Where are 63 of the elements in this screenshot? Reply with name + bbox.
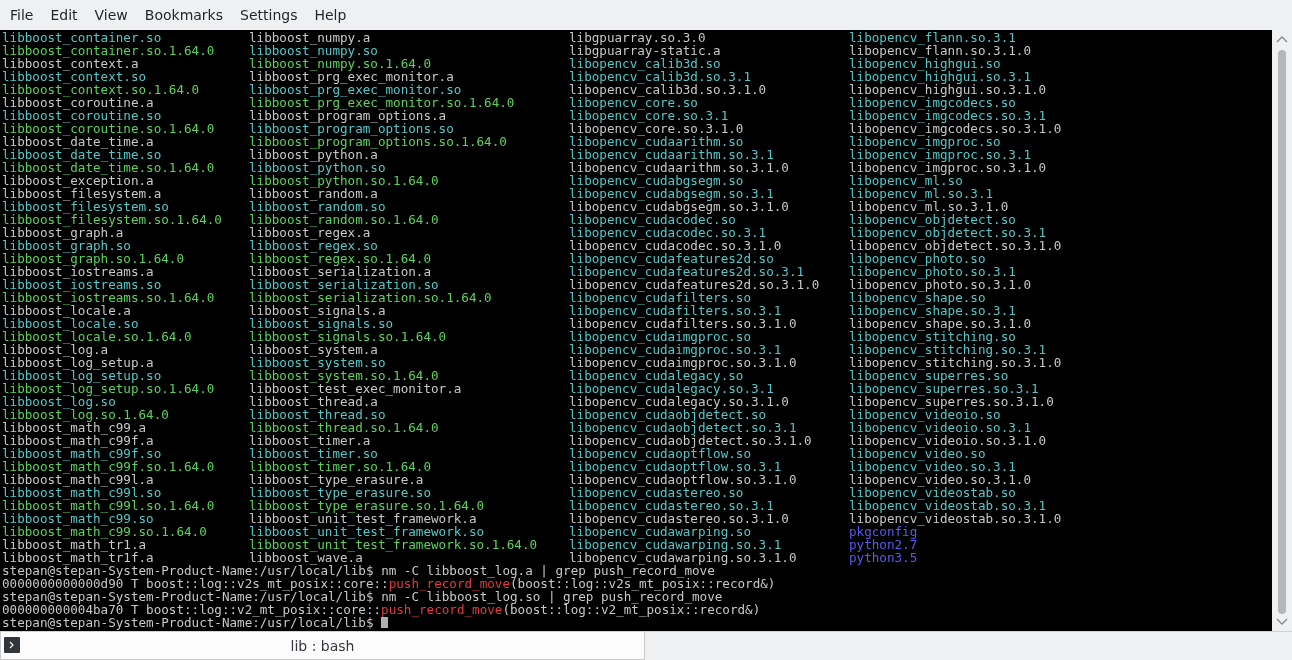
file-name: libboost_math_c99l.so.1.64.0 (2, 498, 215, 512)
file-name: libboost_context.a (2, 56, 139, 70)
file-name: libboost_regex.a (249, 225, 371, 239)
file-name: libboost_context.so.1.64.0 (2, 82, 200, 96)
file-name: libboost_unit_test_framework.so (249, 524, 485, 538)
scroll-down-icon[interactable] (1276, 618, 1288, 627)
file-name: libboost_iostreams.so (2, 277, 162, 291)
file-name: libboost_wave.a (249, 550, 363, 564)
file-name: libboost_container.so.1.64.0 (2, 43, 215, 57)
menu-item[interactable]: Help (306, 2, 355, 27)
menu-item[interactable]: File (2, 2, 42, 27)
menu-item[interactable]: Bookmarks (136, 2, 231, 27)
file-name: libboost_timer.a (249, 433, 371, 447)
file-name: libboost_locale.a (2, 303, 131, 317)
file-name: libboost_timer.so.1.64.0 (249, 459, 431, 473)
file-name: libboost_serialization.so (249, 277, 439, 291)
file-name: libboost_math_tr1.a (2, 537, 147, 551)
file-name: libboost_math_c99l.so (2, 485, 162, 499)
file-name: python3.5 (849, 550, 918, 564)
file-name: libboost_timer.so (249, 446, 378, 460)
file-name: libboost_math_c99f.so (2, 446, 162, 460)
file-name: libboost_coroutine.a (2, 95, 154, 109)
file-name: libgpuarray.so.3.0 (569, 30, 706, 44)
file-name: libboost_thread.so.1.64.0 (249, 420, 439, 434)
file-name: libopencv_calib3d.so (569, 56, 721, 70)
file-name: libboost_type_erasure.a (249, 472, 424, 486)
file-name: libboost_thread.a (249, 394, 378, 408)
scroll-up-icon[interactable] (1276, 34, 1288, 43)
file-name: libboost_log.a (2, 342, 109, 356)
file-name: libboost_container.so (2, 30, 162, 44)
menu-item[interactable]: Settings (232, 2, 306, 27)
file-name: libgpuarray-static.a (569, 43, 721, 57)
file-name: libboost_math_c99f.a (2, 433, 154, 447)
file-name: libopencv_flann.so.3.1 (849, 30, 1016, 44)
file-name: libboost_signals.a (249, 303, 386, 317)
file-name: libboost_random.so.1.64.0 (249, 212, 439, 226)
file-name: libboost_unit_test_framework.so.1.64.0 (249, 537, 538, 551)
file-name: libboost_date_time.so (2, 147, 162, 161)
shell-prompt: stepan@stepan-System-Product-Name:/usr/local/lib$ (2, 563, 374, 577)
file-name: libboost_serialization.so.1.64.0 (249, 290, 492, 304)
menu-item[interactable]: View (86, 2, 136, 27)
scrollbar-thumb[interactable] (1278, 49, 1286, 615)
terminal-icon (4, 637, 20, 654)
file-name: libboost_iostreams.so.1.64.0 (2, 290, 215, 304)
file-name: libboost_coroutine.so (2, 108, 162, 122)
file-name: libboost_locale.so (2, 316, 139, 330)
file-name: libboost_context.so (2, 69, 147, 83)
file-name: libboost_thread.so (249, 407, 386, 421)
file-name: libboost_coroutine.so.1.64.0 (2, 121, 215, 135)
file-name: libboost_math_c99l.a (2, 472, 154, 486)
session-tab[interactable]: lib : bash (0, 632, 645, 660)
file-name: libboost_exception.a (2, 173, 154, 187)
file-name: libboost_math_tr1f.a (2, 550, 154, 564)
file-name: libboost_date_time.so.1.64.0 (2, 160, 215, 174)
file-name: libboost_random.so (249, 199, 386, 213)
menu-item[interactable]: Edit (42, 2, 86, 27)
file-name: libboost_locale.so.1.64.0 (2, 329, 192, 343)
file-name: libboost_math_c99f.so.1.64.0 (2, 459, 215, 473)
file-name: libboost_math_c99.so (2, 511, 154, 525)
file-name: libboost_date_time.a (2, 134, 154, 148)
file-name: libboost_numpy.a (249, 30, 371, 44)
file-name: python2.7 (849, 537, 918, 551)
file-name: libboost_math_c99.so.1.64.0 (2, 524, 207, 538)
